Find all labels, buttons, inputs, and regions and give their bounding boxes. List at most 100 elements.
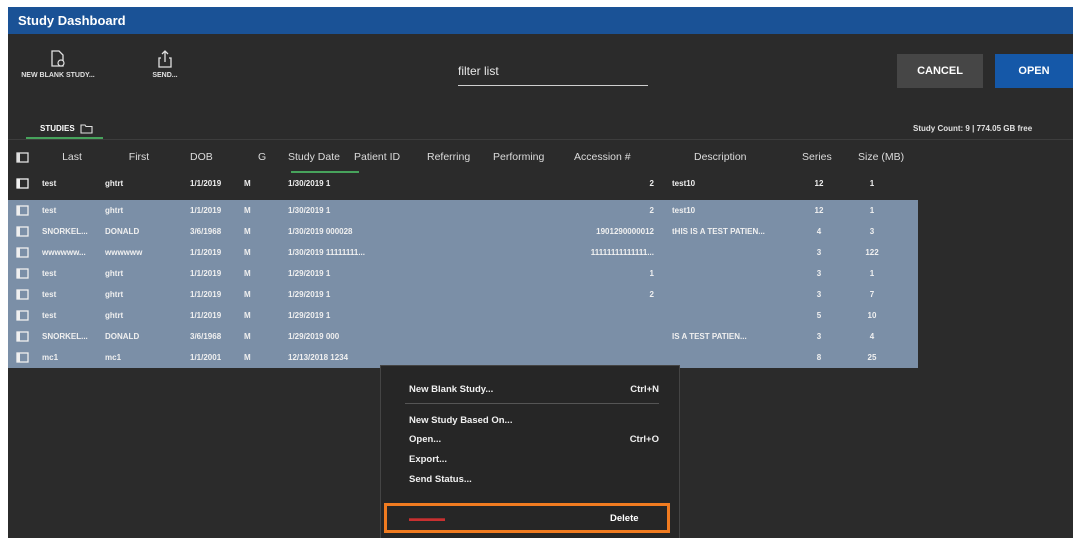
table-row[interactable]: test ghtrt 1/1/2019 M 1/30/2019 1 2 test10 12 1: [8, 173, 918, 194]
column-header-first[interactable]: First: [105, 141, 173, 173]
cell-accession: [564, 326, 654, 347]
cell-accession: 1901290000012: [596, 227, 654, 236]
column-header-performing[interactable]: Performing: [493, 141, 544, 173]
cell-series: 12: [814, 206, 824, 215]
cell-last: test: [42, 206, 57, 215]
cell-gender: M: [244, 332, 251, 341]
table-row[interactable]: test ghtrt 1/1/2019 M 1/29/2019 1 2 3 7: [8, 284, 918, 305]
open-button[interactable]: OPEN: [995, 54, 1073, 88]
cell-series: 8: [816, 353, 822, 362]
cell-description: tHIS IS A TEST PATIEN...: [672, 227, 765, 236]
send-button[interactable]: SEND...: [140, 50, 190, 79]
studies-table: Last First DOB G Study Date Patient ID R…: [8, 141, 918, 368]
column-header-dob[interactable]: DOB: [190, 141, 238, 173]
menu-item-label: Send Status...: [409, 473, 472, 485]
cell-first: ghtrt: [105, 179, 124, 188]
row-document-icon: [16, 242, 36, 263]
cell-gender: M: [244, 269, 251, 278]
filter-input[interactable]: filter list: [458, 62, 648, 86]
cell-study-date-patient-id: 1/30/2019 1: [288, 179, 331, 188]
row-document-icon: [16, 284, 36, 305]
cell-size: 1: [869, 179, 875, 188]
cell-gender: M: [244, 248, 251, 257]
cell-gender: M: [244, 206, 251, 215]
cell-series: 3: [816, 290, 822, 299]
menu-item-label: New Study Based On...: [409, 414, 513, 426]
cell-study-date-patient-id: 1/30/2019 1: [288, 206, 331, 215]
cell-series: 4: [816, 227, 822, 236]
table-row[interactable]: SNORKEL... DONALD 3/6/1968 M 1/30/2019 00002…: [8, 221, 918, 242]
cell-first: ghtrt: [105, 311, 124, 320]
cell-description: [672, 263, 792, 284]
row-document-icon: [16, 200, 36, 221]
cell-accession: [564, 305, 654, 326]
cell-last: SNORKEL...: [42, 227, 88, 236]
column-header-gender[interactable]: G: [258, 141, 274, 173]
table-row[interactable]: wwwwww... wwwwww 1/1/2019 M 1/30/2019 111111…: [8, 242, 918, 263]
cell-description: [672, 284, 792, 305]
menu-item-open[interactable]: Open... Ctrl+O: [409, 430, 659, 448]
cell-dob: 3/6/1968: [190, 227, 222, 236]
menu-item-new-study-based-on[interactable]: New Study Based On...: [409, 411, 659, 429]
cell-description: test10: [672, 179, 696, 188]
column-header-study-date[interactable]: Study Date: [288, 141, 340, 173]
new-study-icon: [51, 50, 65, 67]
row-document-icon: [16, 221, 36, 242]
table-row[interactable]: test ghtrt 1/1/2019 M 1/30/2019 1 2 test10 12 1: [8, 200, 918, 221]
column-header-last[interactable]: Last: [42, 141, 102, 173]
menu-separator: [405, 403, 659, 404]
column-header-accession[interactable]: Accession #: [574, 141, 631, 173]
menu-item-export[interactable]: Export...: [409, 450, 659, 468]
menu-item-label: Open...: [409, 433, 442, 445]
window-title: Study Dashboard: [8, 7, 1073, 34]
cell-description: [672, 347, 792, 368]
column-header-description[interactable]: Description: [694, 141, 747, 173]
column-header-referring[interactable]: Referring: [427, 141, 470, 173]
new-blank-study-label: NEW BLANK STUDY...: [21, 72, 95, 79]
cell-last: test: [42, 290, 57, 299]
cell-gender: M: [244, 353, 251, 362]
table-row[interactable]: test ghtrt 1/1/2019 M 1/29/2019 1 1 3 1: [8, 263, 918, 284]
select-all-column-icon[interactable]: [16, 141, 36, 173]
row-document-icon: [16, 347, 36, 368]
table-row[interactable]: SNORKEL... DONALD 3/6/1968 M 1/29/2019 000 IS…: [8, 326, 918, 347]
tab-divider: [8, 139, 1073, 140]
column-header-patient-id[interactable]: Patient ID: [354, 141, 400, 173]
column-header-size[interactable]: Size (MB): [858, 141, 904, 173]
menu-item-send-status[interactable]: Send Status...: [409, 470, 659, 488]
cell-description: IS A TEST PATIEN...: [672, 332, 747, 341]
cell-size: 122: [865, 248, 879, 257]
new-blank-study-button[interactable]: NEW BLANK STUDY...: [12, 50, 104, 79]
send-label: SEND...: [152, 72, 178, 79]
cell-first: DONALD: [105, 227, 140, 236]
folder-icon: [80, 123, 93, 134]
share-icon: [158, 50, 172, 68]
menu-item-label: Export...: [409, 453, 448, 465]
cell-description: test10: [672, 206, 696, 215]
column-header-series[interactable]: Series: [802, 141, 832, 173]
cell-series: 5: [816, 311, 822, 320]
cell-dob: 1/1/2019: [190, 290, 222, 299]
cell-study-date-patient-id: 1/30/2019 000028: [288, 227, 353, 236]
cell-size: 10: [867, 311, 877, 320]
cell-accession: 2: [649, 206, 654, 215]
cell-first: DONALD: [105, 332, 140, 341]
cell-dob: 1/1/2019: [190, 269, 222, 278]
tab-studies[interactable]: STUDIES: [26, 120, 103, 139]
menu-item-new-blank-study[interactable]: New Blank Study... Ctrl+N: [409, 380, 659, 398]
cell-first: mc1: [105, 353, 122, 362]
cell-series: 3: [816, 332, 822, 341]
menu-item-shortcut: Ctrl+N: [630, 383, 659, 395]
menu-item-delete[interactable]: ▬▬▬▬ Delete: [384, 503, 670, 533]
cancel-button[interactable]: CANCEL: [897, 54, 983, 88]
cell-study-date-patient-id: 1/30/2019 11111111...: [288, 248, 365, 257]
cell-accession: 2: [649, 179, 654, 188]
cell-series: 12: [814, 179, 824, 188]
cell-size: 3: [869, 227, 875, 236]
row-document-icon: [16, 173, 36, 194]
cell-first: ghtrt: [105, 290, 124, 299]
table-row[interactable]: test ghtrt 1/1/2019 M 1/29/2019 1 5 10: [8, 305, 918, 326]
row-document-icon: [16, 263, 36, 284]
cell-gender: M: [244, 179, 251, 188]
cell-series: 3: [816, 269, 822, 278]
